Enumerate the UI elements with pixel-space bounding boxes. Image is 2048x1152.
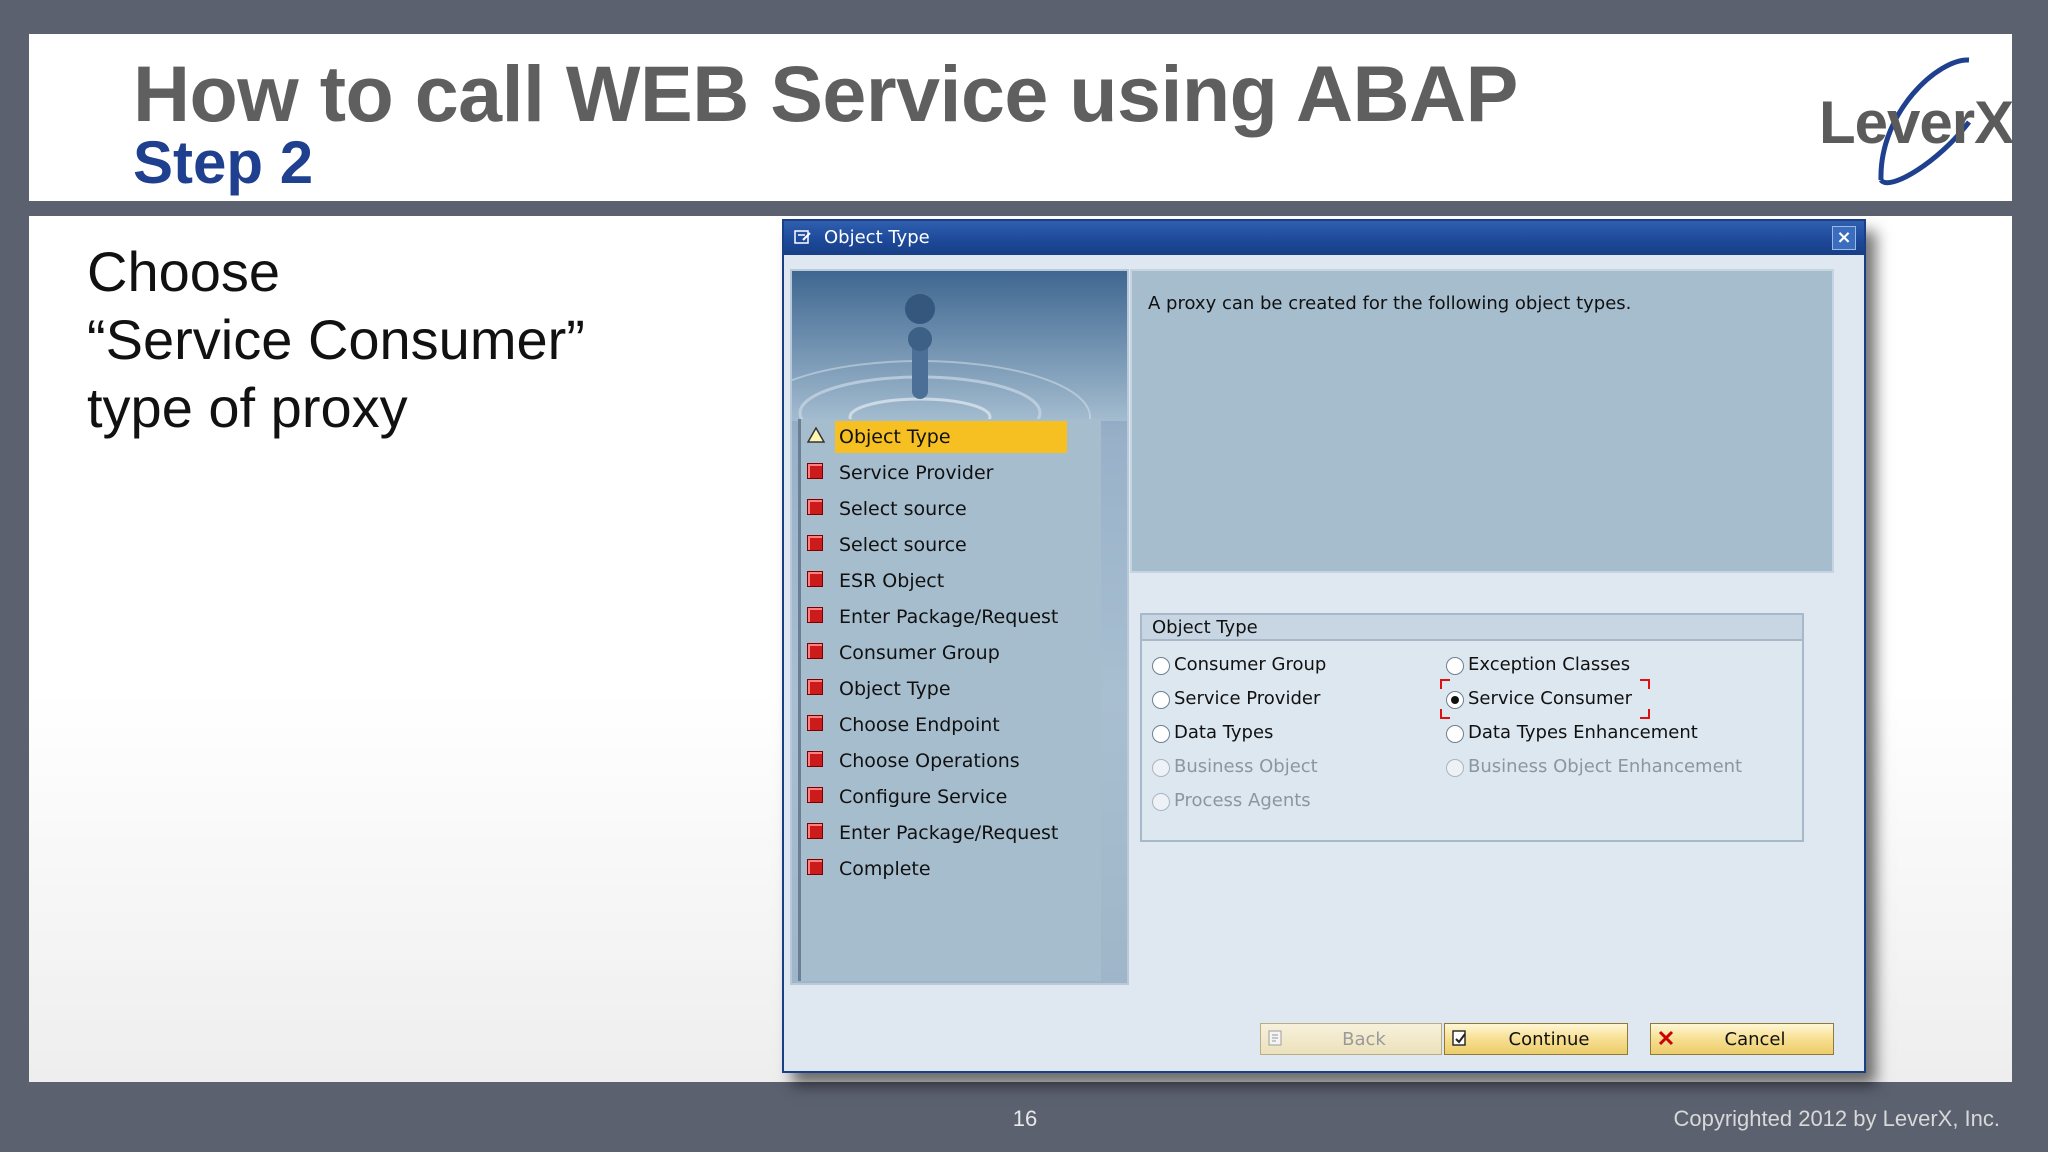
- radio-button: [1152, 759, 1170, 777]
- wizard-step-label: Enter Package/Request: [839, 822, 1059, 844]
- radio-button: [1152, 793, 1170, 811]
- dialog-title: Object Type: [824, 227, 930, 248]
- radio-button-selected[interactable]: [1446, 691, 1464, 709]
- logo-text: LeverX: [1819, 89, 2014, 156]
- radio-service-consumer[interactable]: Service Consumer: [1446, 687, 1746, 715]
- cancel-button[interactable]: Cancel: [1650, 1023, 1834, 1055]
- error-status-icon: [807, 499, 823, 515]
- group-header: Object Type: [1142, 615, 1802, 641]
- wizard-step[interactable]: ESR Object: [801, 565, 1101, 597]
- wizard-step[interactable]: Consumer Group: [801, 637, 1101, 669]
- wizard-step-label: Complete: [839, 858, 931, 880]
- error-status-icon: [807, 643, 823, 659]
- focus-corner: [1440, 709, 1450, 719]
- error-status-icon: [807, 715, 823, 731]
- wizard-steps-list: Object Type Service Provider Select sour…: [798, 419, 1101, 981]
- back-label: Back: [1342, 1029, 1386, 1050]
- wizard-step[interactable]: Choose Operations: [801, 745, 1101, 777]
- focus-corner: [1640, 709, 1650, 719]
- continue-button[interactable]: Continue: [1444, 1023, 1628, 1055]
- slide-header: How to call WEB Service using ABAP Step …: [29, 34, 2014, 201]
- radio-label: Service Consumer: [1468, 688, 1633, 709]
- wizard-step[interactable]: Service Provider: [801, 457, 1101, 489]
- wizard-step[interactable]: Object Type: [801, 421, 1101, 453]
- wizard-steps-pane: Object Type Service Provider Select sour…: [790, 269, 1129, 985]
- radio-service-provider[interactable]: Service Provider: [1152, 687, 1412, 715]
- focus-corner: [1440, 679, 1450, 689]
- wizard-step-label: Consumer Group: [839, 642, 1000, 664]
- radio-button[interactable]: [1446, 725, 1464, 743]
- radio-label: Exception Classes: [1468, 654, 1631, 675]
- warning-triangle-icon: [807, 427, 825, 443]
- dialog-titlebar[interactable]: Object Type ×: [784, 221, 1864, 255]
- copyright-text: Copyrighted 2012 by LeverX, Inc.: [1673, 1106, 2000, 1131]
- wizard-step-label: Configure Service: [839, 786, 1008, 808]
- error-status-icon: [807, 463, 823, 479]
- radio-label: Data Types Enhancement: [1468, 722, 1698, 743]
- radio-button[interactable]: [1152, 725, 1170, 743]
- slide-subtitle: Step 2: [133, 129, 314, 196]
- radio-label: Consumer Group: [1174, 654, 1327, 675]
- instruction-text: Choose “Service Consumer” type of proxy: [87, 240, 585, 439]
- wizard-step-label: Choose Operations: [839, 750, 1020, 772]
- radio-data-types-enhancement[interactable]: Data Types Enhancement: [1446, 721, 1746, 749]
- radio-consumer-group[interactable]: Consumer Group: [1152, 653, 1412, 681]
- wizard-step[interactable]: Select source: [801, 529, 1101, 561]
- wizard-step[interactable]: Choose Endpoint: [801, 709, 1101, 741]
- wizard-step[interactable]: Object Type: [801, 673, 1101, 705]
- wizard-step-label: ESR Object: [839, 570, 945, 592]
- back-button[interactable]: Back: [1260, 1023, 1442, 1055]
- wizard-step-label: Choose Endpoint: [839, 714, 1000, 736]
- wizard-step[interactable]: Enter Package/Request: [801, 601, 1101, 633]
- object-type-dialog: Object Type × Object Type Service Provid…: [782, 219, 1866, 1073]
- wizard-step[interactable]: Complete: [801, 853, 1101, 885]
- water-drop-image: [792, 271, 1127, 421]
- radio-label: Process Agents: [1174, 790, 1311, 811]
- slide-number: 16: [1012, 1106, 1038, 1131]
- focus-corner: [1640, 679, 1650, 689]
- error-status-icon: [807, 571, 823, 587]
- radio-label: Business Object Enhancement: [1468, 756, 1743, 777]
- radio-button: [1446, 759, 1464, 777]
- radio-button[interactable]: [1152, 691, 1170, 709]
- error-status-icon: [807, 823, 823, 839]
- leverx-logo: LeverX: [1819, 52, 2014, 192]
- radio-data-types[interactable]: Data Types: [1152, 721, 1412, 749]
- error-status-icon: [807, 535, 823, 551]
- wizard-step-label: Select source: [839, 534, 967, 556]
- wizard-step[interactable]: Enter Package/Request: [801, 817, 1101, 849]
- slide-title: How to call WEB Service using ABAP: [133, 49, 1518, 138]
- radio-process-agents: Process Agents: [1152, 789, 1412, 817]
- radio-label: Service Provider: [1174, 688, 1321, 709]
- close-icon[interactable]: ×: [1832, 226, 1856, 250]
- info-pane: A proxy can be created for the following…: [1130, 269, 1834, 573]
- wizard-step-label: Enter Package/Request: [839, 606, 1059, 628]
- radio-button[interactable]: [1446, 657, 1464, 675]
- radio-label: Data Types: [1174, 722, 1274, 743]
- cancel-label: Cancel: [1724, 1029, 1786, 1050]
- info-text: A proxy can be created for the following…: [1148, 293, 1632, 314]
- wizard-step-label: Object Type: [839, 678, 951, 700]
- wizard-step[interactable]: Configure Service: [801, 781, 1101, 813]
- radio-business-object: Business Object: [1152, 755, 1412, 783]
- group-title: Object Type: [1152, 617, 1258, 638]
- radio-button[interactable]: [1152, 657, 1170, 675]
- error-status-icon: [807, 751, 823, 767]
- error-status-icon: [807, 859, 823, 875]
- error-status-icon: [807, 787, 823, 803]
- edit-window-icon: [794, 230, 811, 244]
- wizard-step[interactable]: Select source: [801, 493, 1101, 525]
- wizard-step-label: Select source: [839, 498, 967, 520]
- radio-exception-classes[interactable]: Exception Classes: [1446, 653, 1746, 681]
- radio-label: Business Object: [1174, 756, 1318, 777]
- radio-business-object-enhancement: Business Object Enhancement: [1446, 755, 1766, 783]
- error-status-icon: [807, 679, 823, 695]
- wizard-step-label: Service Provider: [839, 462, 994, 484]
- wizard-step-label: Object Type: [835, 421, 1067, 453]
- error-status-icon: [807, 607, 823, 623]
- continue-label: Continue: [1508, 1029, 1590, 1050]
- object-type-group: Object Type Consumer Group Service Provi…: [1140, 613, 1804, 842]
